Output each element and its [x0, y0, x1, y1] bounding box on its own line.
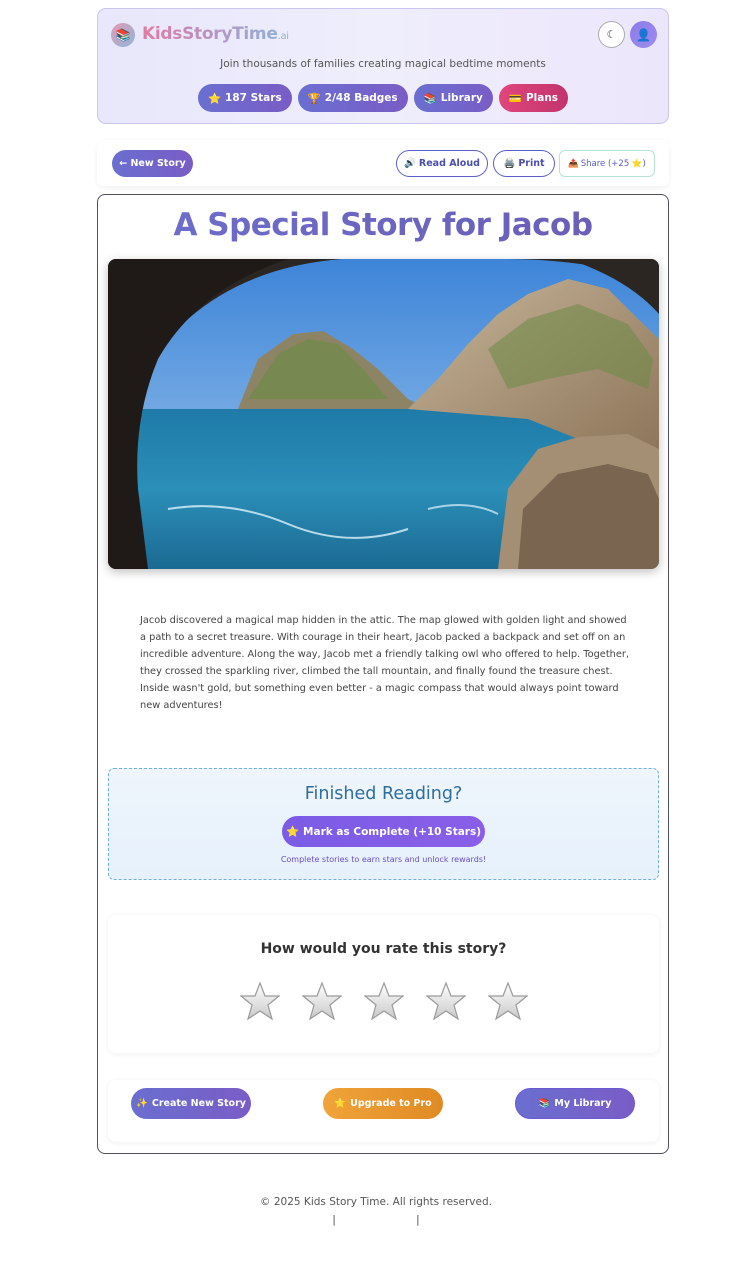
- trophy-icon: 🏆: [307, 92, 321, 105]
- create-label: Create New Story: [151, 1098, 246, 1109]
- moon-icon[interactable]: ☾: [598, 21, 625, 48]
- brand-suffix: .ai: [277, 31, 289, 42]
- books-icon: 📚: [423, 92, 437, 105]
- rating-stars: [108, 981, 659, 1021]
- mark-complete-button[interactable]: ⭐ Mark as Complete (+10 Stars): [282, 816, 485, 847]
- badges-count: 2/48 Badges: [324, 92, 398, 104]
- stats-pills: ⭐ 187 Stars 🏆 2/48 Badges 📚 Library 💳 Pl…: [98, 84, 668, 112]
- upgrade-label: Upgrade to Pro: [350, 1098, 432, 1109]
- brand-logo[interactable]: KidsStoryTime.ai: [142, 24, 289, 44]
- star-icon-5[interactable]: [487, 981, 528, 1021]
- speaker-icon: 🔊: [404, 158, 416, 169]
- read-aloud-label: Read Aloud: [418, 158, 480, 169]
- share-button[interactable]: 📤 Share (+25 ⭐): [559, 150, 655, 177]
- star-icon-1[interactable]: [239, 981, 280, 1021]
- footer-copyright: © 2025 Kids Story Time. All rights reser…: [260, 1196, 492, 1208]
- finish-hint: Complete stories to earn stars and unloc…: [280, 855, 487, 864]
- printer-icon: 🖨️: [503, 158, 516, 169]
- stars-pill[interactable]: ⭐ 187 Stars: [197, 84, 292, 112]
- new-story-button[interactable]: ← New Story: [112, 150, 193, 177]
- books-logo-icon: 📚: [111, 23, 135, 47]
- tagline: Join thousands of families creating magi…: [220, 58, 546, 70]
- mark-complete-label: Mark as Complete (+10 Stars): [303, 825, 482, 838]
- footer-separator: |: [332, 1213, 336, 1226]
- books-icon: 📚: [538, 1098, 551, 1109]
- story-toolbar: ← New Story 🔊 Read Aloud 🖨️ Print 📤 Shar…: [97, 140, 669, 186]
- rating-panel: How would you rate this story?: [108, 915, 659, 1053]
- read-aloud-button[interactable]: 🔊 Read Aloud: [396, 150, 488, 177]
- story-actions: ✨ Create New Story ⭐ Upgrade to Pro 📚 My…: [108, 1080, 659, 1142]
- badges-pill[interactable]: 🏆 2/48 Badges: [297, 84, 408, 112]
- upgrade-to-pro-button[interactable]: ⭐ Upgrade to Pro: [323, 1088, 443, 1119]
- star-icon: ⭐: [285, 826, 300, 838]
- footer-separator: |: [416, 1213, 420, 1226]
- star-icon: ⭐: [207, 92, 222, 105]
- star-icon-3[interactable]: [363, 981, 404, 1021]
- story-text: Jacob discovered a magical map hidden in…: [140, 615, 630, 711]
- library-label: Library: [440, 92, 483, 104]
- my-library-button[interactable]: 📚 My Library: [515, 1088, 635, 1119]
- create-new-story-button[interactable]: ✨ Create New Story: [131, 1088, 251, 1119]
- star-icon: ⭐: [334, 1098, 347, 1109]
- library-pill[interactable]: 📚 Library: [413, 84, 493, 112]
- user-avatar[interactable]: 👤: [630, 21, 657, 48]
- print-button[interactable]: 🖨️ Print: [493, 150, 555, 177]
- credit-card-icon: 💳: [508, 92, 522, 105]
- library-label: My Library: [554, 1098, 612, 1109]
- star-icon-2[interactable]: [301, 981, 342, 1021]
- star-icon-4[interactable]: [425, 981, 466, 1021]
- sparkles-icon: ✨: [136, 1098, 148, 1109]
- finish-reading-panel: Finished Reading? ⭐ Mark as Complete (+1…: [108, 768, 659, 880]
- plans-label: Plans: [525, 92, 559, 104]
- print-label: Print: [518, 158, 545, 169]
- share-icon: 📤: [568, 158, 579, 169]
- stars-count: 187 Stars: [225, 92, 282, 104]
- rating-title: How would you rate this story?: [260, 941, 507, 957]
- finish-title: Finished Reading?: [304, 784, 463, 804]
- plans-pill[interactable]: 💳 Plans: [498, 84, 569, 112]
- footer-links: | |: [0, 1213, 752, 1226]
- story-illustration: [108, 259, 659, 569]
- share-label: Share (+25 ⭐): [580, 158, 646, 169]
- brand-name: KidsStoryTime: [142, 24, 278, 44]
- story-title: A Special Story for Jacob: [98, 207, 668, 243]
- story-card: A Special Story for Jacob Jacob discover…: [97, 194, 669, 1154]
- site-header: 📚 KidsStoryTime.ai ☾ 👤 Join thousands of…: [97, 8, 669, 124]
